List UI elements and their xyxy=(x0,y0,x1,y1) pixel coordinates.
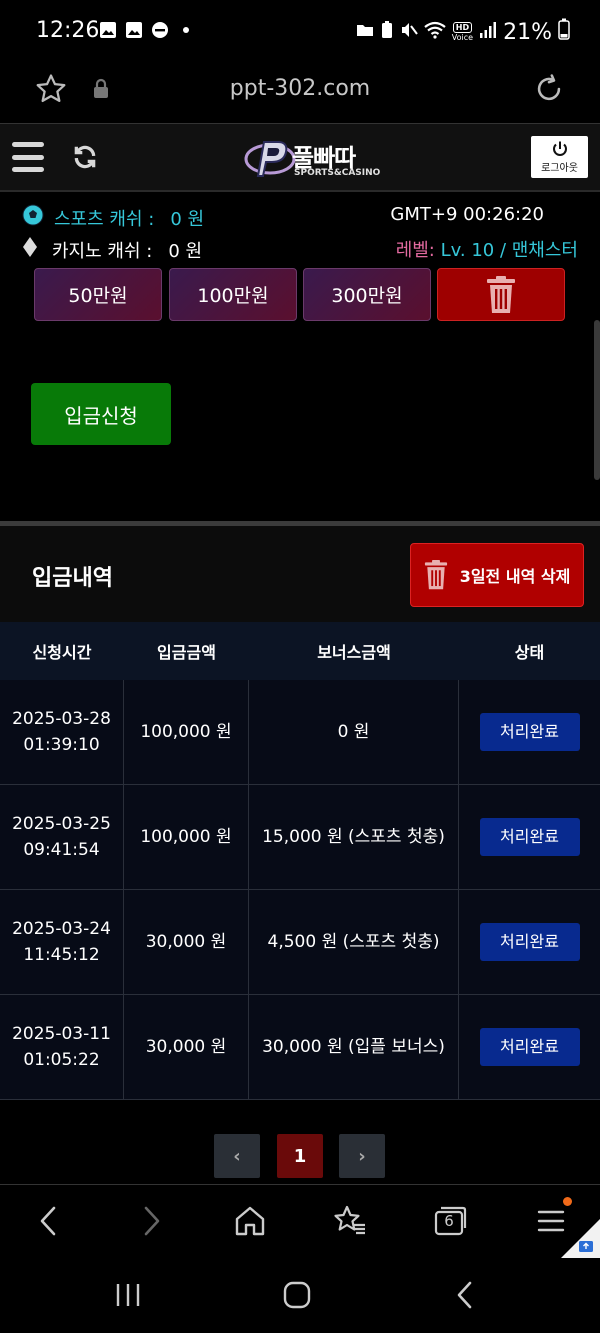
status-cell: 처리완료 xyxy=(459,995,600,1099)
account-info-bar: 스포츠 캐쉬 : 0 원 카지노 캐쉬 : 0 원 GMT+9 00:26:20… xyxy=(0,192,600,270)
tab-count: 6 xyxy=(444,1212,454,1230)
amount-cell: 100,000 원 xyxy=(124,785,249,889)
request-time-cell: 2025-03-24 11:45:12 xyxy=(0,890,124,994)
url-field[interactable]: ppt-302.com xyxy=(0,76,600,101)
amount-1m-button[interactable]: 100만원 xyxy=(169,268,297,321)
request-time-cell: 2025-03-25 09:41:54 xyxy=(0,785,124,889)
home-button-icon[interactable] xyxy=(282,1280,312,1314)
notification-dot-icon xyxy=(563,1197,572,1206)
amount-500k-button[interactable]: 50만원 xyxy=(34,268,162,321)
page-scrollbar[interactable] xyxy=(594,320,600,480)
deposit-history-title: 입금내역 xyxy=(32,566,113,591)
site-header: 풀빠따 SPORTS&CASINO 로그아웃 xyxy=(0,124,600,192)
column-header: 입금금액 xyxy=(157,643,216,662)
refresh-icon[interactable] xyxy=(72,144,98,174)
bonus-cell: 15,000 원 (스포츠 첫충) xyxy=(249,785,459,889)
column-header: 상태 xyxy=(514,643,545,662)
prev-page-button[interactable]: ‹ xyxy=(214,1134,260,1178)
user-level: 레벨: Lv. 10 / 맨채스터 xyxy=(395,240,578,261)
request-time-cell: 2025-03-11 01:05:22 xyxy=(0,995,124,1099)
bonus-cell: 4,500 원 (스포츠 첫충) xyxy=(249,890,459,994)
column-header: 보너스금액 xyxy=(317,643,391,662)
column-header: 신청시간 xyxy=(32,643,92,662)
deposit-history-header: 입금내역 3일전 내역 삭제 xyxy=(0,526,600,622)
casino-cash-label: 카지노 캐쉬 : xyxy=(52,240,153,262)
table-row: 2025-03-28 01:39:10 100,000 원 0 원 처리완료 xyxy=(0,680,600,785)
browser-toolbar: 6 xyxy=(0,1184,600,1259)
amount-cell: 30,000 원 xyxy=(124,995,249,1099)
logout-button[interactable]: 로그아웃 xyxy=(531,136,588,178)
site-logo[interactable]: 풀빠따 SPORTS&CASINO xyxy=(244,136,384,182)
system-navigation-bar xyxy=(0,1258,600,1333)
wifi-icon xyxy=(424,20,446,45)
bonus-cell: 30,000 원 (입플 보너스) xyxy=(249,995,459,1099)
hd-voice-icon: HD Voice xyxy=(451,22,474,42)
forward-icon[interactable] xyxy=(138,1203,164,1243)
logo-p-icon xyxy=(244,141,296,177)
dot-icon xyxy=(176,20,196,40)
table-header: 신청시간 입금금액 보너스금액 상태 xyxy=(0,622,600,680)
power-icon xyxy=(552,141,567,156)
delete-old-history-button[interactable]: 3일전 내역 삭제 xyxy=(410,543,584,607)
delete-old-history-label: 3일전 내역 삭제 xyxy=(459,567,571,586)
deposit-request-button[interactable]: 입금신청 xyxy=(31,383,171,445)
deposit-form: 50만원 100만원 300만원 입금신청 xyxy=(0,268,600,520)
system-back-icon[interactable] xyxy=(452,1280,478,1314)
table-row: 2025-03-25 09:41:54 100,000 원 15,000 원 (스… xyxy=(0,785,600,890)
image-icon-2 xyxy=(124,20,144,40)
tabs-icon[interactable]: 6 xyxy=(432,1203,468,1243)
recent-apps-icon[interactable] xyxy=(114,1280,142,1314)
signal-icon xyxy=(479,20,497,45)
diamond-icon xyxy=(22,236,38,263)
casino-cash-value: 0 원 xyxy=(168,240,203,262)
clear-amount-button[interactable] xyxy=(437,268,565,321)
amount-cell: 30,000 원 xyxy=(124,890,249,994)
mute-icon xyxy=(400,20,418,45)
server-time: GMT+9 00:26:20 xyxy=(390,204,544,225)
menu-icon[interactable] xyxy=(12,142,44,172)
request-time-cell: 2025-03-28 01:39:10 xyxy=(0,680,124,784)
status-badge: 처리완료 xyxy=(479,713,580,751)
battery-percent: 21% xyxy=(503,19,552,45)
sports-cash-value: 0 원 xyxy=(170,208,205,230)
deposit-history-table: 신청시간 입금금액 보너스금액 상태 2025-03-28 01:39:10 10… xyxy=(0,622,600,1100)
page-1-button[interactable]: 1 xyxy=(277,1134,323,1178)
reload-icon[interactable] xyxy=(532,72,566,110)
status-badge: 처리완료 xyxy=(479,818,580,856)
browser-address-bar: ppt-302.com xyxy=(0,64,600,124)
battery-saver-icon xyxy=(380,20,394,45)
sports-cash-label: 스포츠 캐쉬 : xyxy=(54,208,155,230)
amount-cell: 100,000 원 xyxy=(124,680,249,784)
logo-subtitle: SPORTS&CASINO xyxy=(294,168,381,178)
status-cell: 처리완료 xyxy=(459,785,600,889)
battery-icon xyxy=(558,18,570,46)
status-cell: 처리완료 xyxy=(459,680,600,784)
status-badge: 처리완료 xyxy=(479,1028,580,1066)
status-cell: 처리완료 xyxy=(459,890,600,994)
home-icon[interactable] xyxy=(232,1203,268,1243)
amount-3m-button[interactable]: 300만원 xyxy=(303,268,431,321)
status-badge: 처리완료 xyxy=(479,923,580,961)
back-icon[interactable] xyxy=(36,1203,62,1243)
table-row: 2025-03-11 01:05:22 30,000 원 30,000 원 (입플… xyxy=(0,995,600,1100)
image-icon xyxy=(98,20,118,40)
do-not-disturb-icon xyxy=(150,20,170,40)
status-bar: 12:26 HD Voice 21% xyxy=(0,0,600,64)
status-time: 12:26 xyxy=(36,18,100,43)
soccer-ball-icon xyxy=(22,204,44,231)
folder-icon xyxy=(356,20,374,45)
next-page-button[interactable]: › xyxy=(339,1134,385,1178)
trash-icon xyxy=(424,560,447,590)
pagination: ‹ 1 › xyxy=(0,1134,600,1180)
bonus-cell: 0 원 xyxy=(249,680,459,784)
trash-icon xyxy=(487,275,515,313)
logout-label: 로그아웃 xyxy=(541,163,578,174)
corner-share-icon[interactable] xyxy=(560,1219,600,1263)
table-row: 2025-03-24 11:45:12 30,000 원 4,500 원 (스포츠… xyxy=(0,890,600,995)
bookmarks-icon[interactable] xyxy=(332,1203,368,1243)
